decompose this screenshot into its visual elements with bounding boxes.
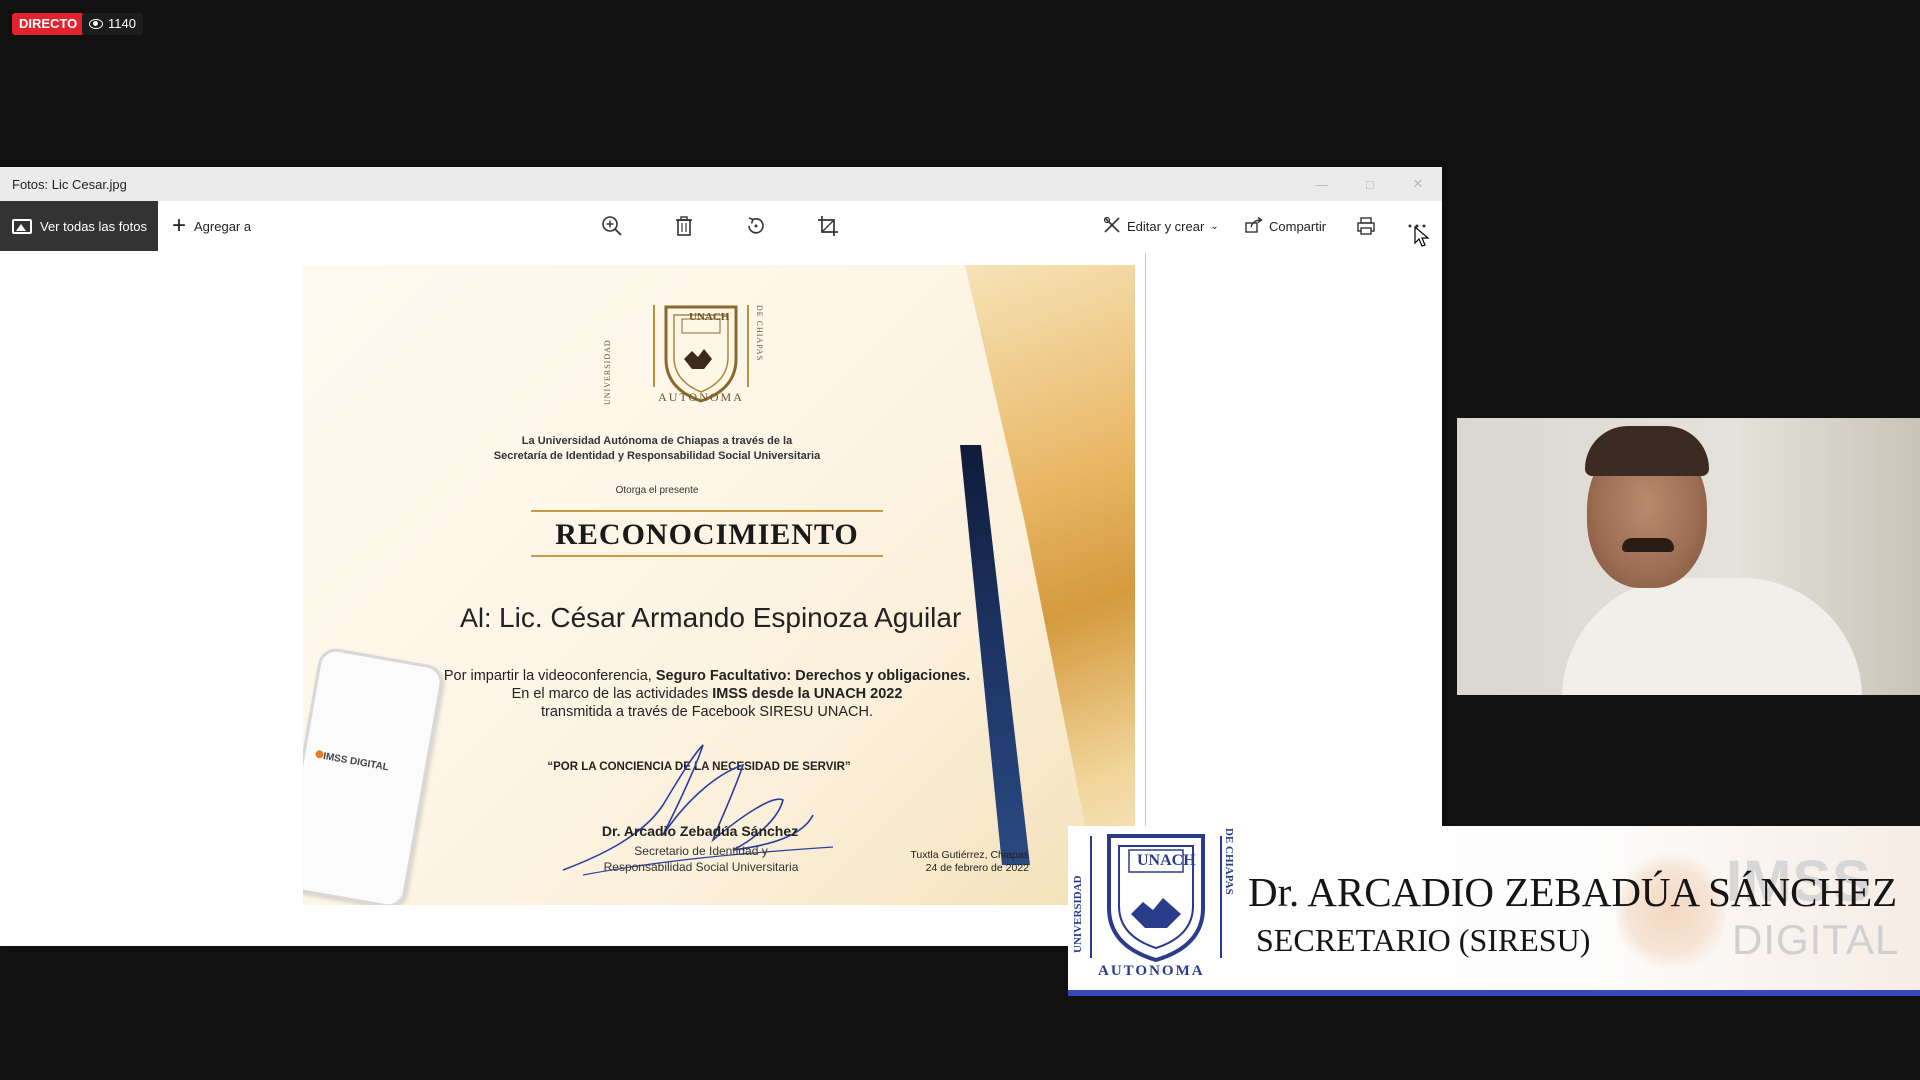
maximize-icon[interactable]: □ [1346,167,1394,201]
place-text: Tuxtla Gutiérrez, Chiapas [910,849,1029,861]
lower-third-logo-text: UNACH [1137,852,1196,869]
speaker-hair [1585,426,1709,476]
speaker-title: SECRETARIO (SIRESU) [1256,922,1591,958]
body-line-2-bold: IMSS desde la UNACH 2022 [712,686,903,702]
viewer-count-badge: 1140 [82,13,143,35]
window-title: Fotos: Lic Cesar.jpg [12,176,127,192]
plus-icon: + [172,212,187,239]
lower-third-autonoma: AUTONOMA [1098,963,1205,979]
minimize-icon[interactable]: — [1298,167,1346,201]
speaker-shirt [1562,578,1862,695]
body-line-1-bold: Seguro Facultativo: Derechos y obligacio… [655,668,971,684]
crop-icon[interactable] [816,214,840,238]
certificate-title: RECONOCIMIENTO [555,518,859,551]
viewer-count: 1140 [108,16,136,31]
body-line-2-text: En el marco de las actividades [511,686,713,702]
photos-toolbar: Ver todas las fotos + Agregar a Editar y… [0,201,1442,251]
mouse-cursor-icon [1414,226,1430,247]
intro-line-1: La Universidad Autónoma de Chiapas a tra… [521,435,793,447]
share-icon [1245,216,1263,236]
digital-watermark: DIGITAL [1732,916,1900,963]
edit-create-label: Editar y crear [1127,218,1205,234]
signer-name: Dr. Arcadio Zebadúa Sánchez [601,823,799,839]
recipient-line: Al: Lic. César Armando Espinoza Aguilar [460,602,961,634]
speaker-mustache [1622,538,1674,552]
close-icon[interactable]: ✕ [1394,167,1442,201]
recipient-name: Lic. César Armando Espinoza Aguilar [499,602,962,633]
share-label: Compartir [1269,218,1327,234]
eye-icon [89,19,103,29]
viewer-divider [1145,253,1146,873]
share-button[interactable]: Compartir [1245,201,1326,251]
print-icon[interactable] [1354,214,1378,238]
lower-third-arc-right: DE CHIAPAS [1223,828,1235,895]
view-all-photos-button[interactable]: Ver todas las fotos [0,201,158,251]
live-badge: DIRECTO [12,13,85,35]
window-titlebar: Fotos: Lic Cesar.jpg — □ ✕ [0,167,1442,201]
lower-third-arc-left: UNIVERSIDAD [1072,875,1084,953]
blue-decor-band [960,445,1030,865]
trash-icon[interactable] [672,214,696,238]
speaker-name: Dr. ARCADIO ZEBADÚA SÁNCHEZ [1248,869,1898,915]
certificate-image: UNACH UNIVERSIDAD DE CHIAPAS AUTONOMA La… [303,265,1135,905]
view-all-photos-label: Ver todas las fotos [40,218,147,234]
photos-icon [12,218,32,234]
grants-text: Otorga el presente [615,485,699,496]
logo-autonoma: AUTONOMA [658,390,744,404]
edit-create-icon [1103,216,1121,237]
add-to-button[interactable]: + Agregar a [172,212,252,239]
lower-third-banner: UNACH UNIVERSIDAD DE CHIAPAS AUTONOMA IM… [1068,826,1920,996]
speaker-webcam [1457,418,1920,695]
intro-line-2: Secretaría de Identidad y Responsabilida… [493,450,821,462]
add-to-label: Agregar a [194,218,252,234]
zoom-in-icon[interactable] [600,214,624,238]
title-rule-top [531,510,883,512]
chevron-down-icon: ⌄ [1210,220,1219,232]
window-controls: — □ ✕ [1298,167,1442,201]
phone-brand: IMSS DIGITAL [322,751,390,774]
edit-create-button[interactable]: Editar y crear ⌄ [1103,201,1219,251]
logo-text: UNACH [689,311,730,323]
date-text: 24 de febrero de 2022 [925,862,1029,874]
rotate-icon[interactable] [744,214,768,238]
title-rule-bottom [531,555,883,557]
body-line-1-text: Por impartir la videoconferencia, [443,668,656,684]
recipient-prefix: Al: [460,603,492,633]
